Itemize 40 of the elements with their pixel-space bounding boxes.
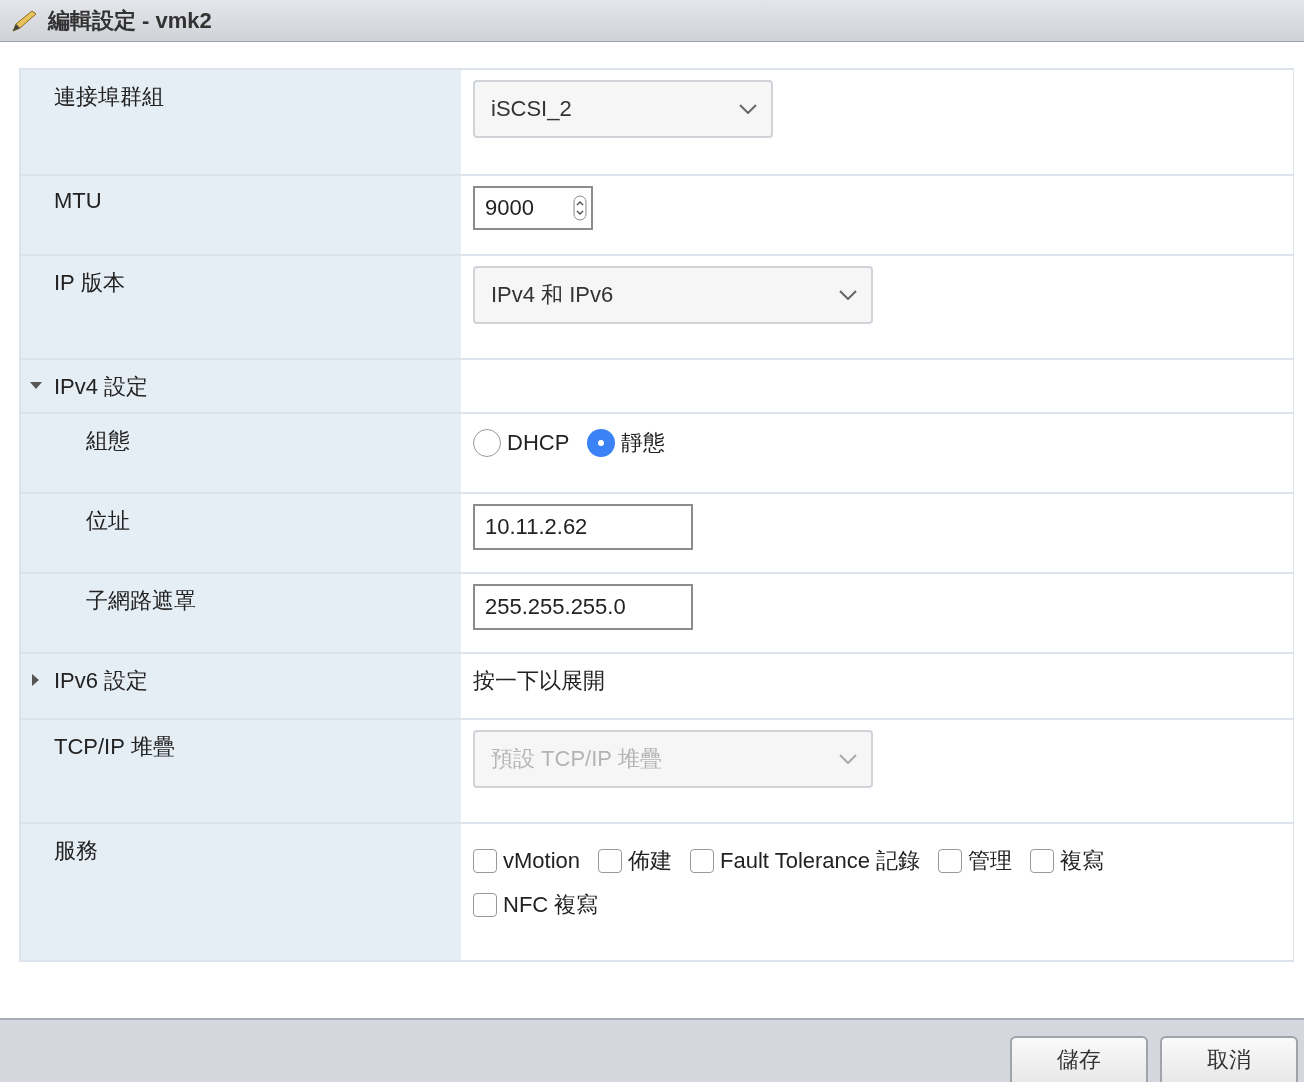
field-label: MTU — [54, 188, 102, 214]
field-label: TCP/IP 堆疊 — [54, 733, 175, 761]
checkbox[interactable] — [690, 849, 715, 873]
checkbox-option[interactable]: Fault Tolerance 記錄 — [690, 846, 921, 876]
field-label: 位址 — [86, 507, 130, 535]
checkbox-option[interactable]: vMotion — [473, 846, 581, 876]
pencil-icon — [10, 8, 38, 33]
checkbox[interactable] — [938, 849, 963, 873]
save-button[interactable]: 儲存 — [1010, 1036, 1148, 1082]
chevron-down-icon — [739, 104, 757, 114]
spinner-arrows-icon — [573, 195, 587, 221]
window-title: 編輯設定 - vmk2 — [48, 6, 212, 35]
field-label: 組態 — [86, 427, 130, 455]
field-label: 服務 — [54, 837, 98, 865]
radio-button[interactable] — [587, 429, 616, 457]
text-input-field[interactable]: 255.255.255.0 — [473, 584, 693, 630]
mtu-input-field[interactable]: 9000 — [473, 186, 593, 230]
radio-button[interactable] — [473, 429, 501, 457]
text-input-field[interactable]: 10.11.2.62 — [473, 504, 693, 550]
radio-option[interactable]: DHCP — [473, 428, 570, 458]
checkbox-option[interactable]: 複寫 — [1030, 846, 1105, 876]
checkbox[interactable] — [1030, 849, 1055, 873]
checkbox[interactable] — [473, 849, 497, 873]
checkbox[interactable] — [473, 893, 497, 917]
field-label: IPv6 設定 — [54, 667, 149, 695]
dropdown-select[interactable]: iSCSI_2 — [473, 80, 773, 138]
chevron-down-icon — [839, 290, 857, 300]
checkbox-option[interactable]: 佈建 — [598, 846, 673, 876]
expand-hint[interactable]: 按一下以展開 — [473, 666, 605, 696]
field-label: 連接埠群組 — [54, 83, 164, 111]
field-label: IP 版本 — [54, 269, 125, 297]
checkbox-option[interactable]: NFC 複寫 — [473, 890, 599, 920]
dropdown-select[interactable]: IPv4 和 IPv6 — [473, 266, 873, 324]
checkbox[interactable] — [598, 849, 623, 873]
chevron-down-icon — [839, 754, 857, 764]
field-label: IPv4 設定 — [54, 373, 149, 401]
checkbox-option[interactable]: 管理 — [938, 846, 1013, 876]
radio-option[interactable]: 靜態 — [587, 428, 666, 458]
cancel-button[interactable]: 取消 — [1160, 1036, 1298, 1082]
field-label: 子網路遮罩 — [86, 587, 196, 615]
